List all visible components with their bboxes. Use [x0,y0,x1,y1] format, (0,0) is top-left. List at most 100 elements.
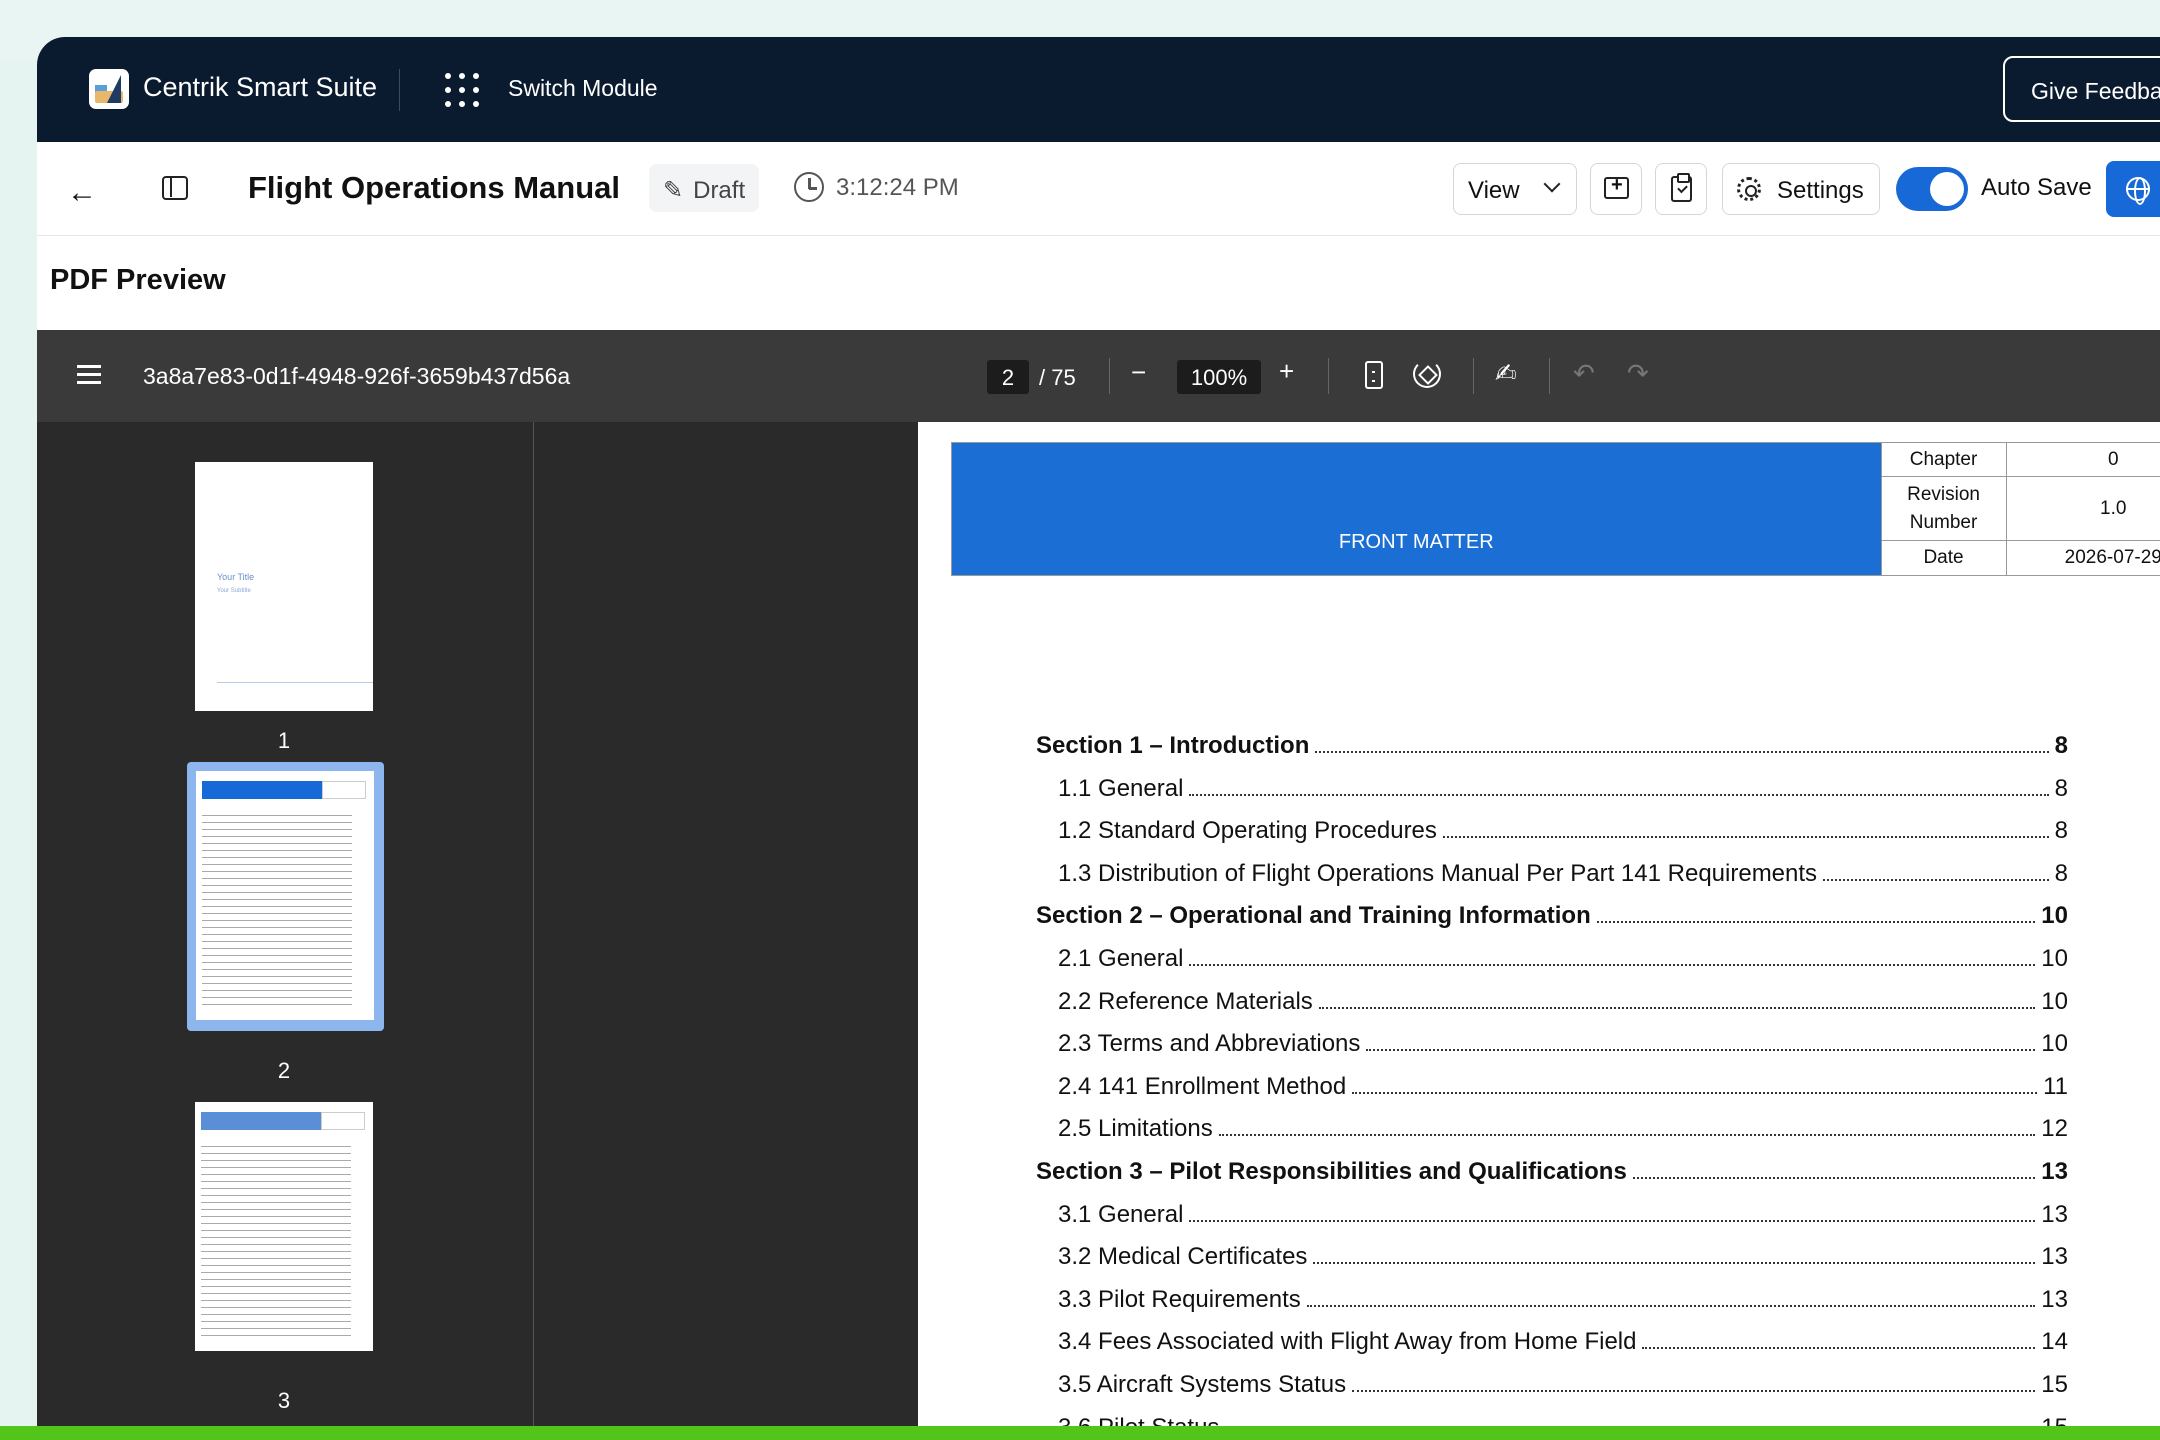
comment-plus-icon [1604,174,1629,199]
toc-label: 3.1 General [1058,1201,1184,1228]
undo-icon[interactable]: ↶ [1573,358,1595,389]
top-bar: Centrik Smart Suite Switch Module Give F… [37,37,2160,142]
publish-button[interactable] [2106,161,2160,217]
divider [1473,358,1474,394]
toc-label: 1.3 Distribution of Flight Operations Ma… [1058,860,1818,887]
toc-leader [1442,836,2049,838]
gear-icon [1737,177,1761,201]
auto-save-toggle[interactable] [1896,167,1968,211]
toc-page-number: 10 [2041,945,2068,972]
toc-entry[interactable]: Section 3 – Pilot Responsibilities and Q… [1036,1158,2068,1198]
toc-label: 3.2 Medical Certificates [1058,1243,1308,1270]
thumbnail-page-3[interactable] [195,1102,373,1351]
toc-leader [1318,1007,2036,1009]
meta-row: Revision Number 1.0 [1881,477,2160,541]
toc-entry[interactable]: Section 2 – Operational and Training Inf… [1036,902,2068,942]
toc-entry[interactable]: 2.5 Limitations 12 [1036,1115,2068,1155]
toc-page-number: 13 [2041,1158,2068,1185]
settings-label: Settings [1777,177,1864,204]
thumbnail-number: 3 [277,1388,291,1413]
viewer-toolbar: 3a8a7e83-0d1f-4948-926f-3659b437d56a 2 /… [37,330,2160,422]
divider [217,682,373,683]
page-total: / 75 [1039,365,1076,390]
meta-table: Chapter 0 Revision Number 1.0 Date 2026-07-… [1880,443,2160,575]
toc-page-number: 15 [2041,1371,2068,1398]
toc-leader [1352,1092,2038,1094]
toc-page-number: 10 [2041,988,2068,1015]
apps-grid-icon[interactable] [445,73,479,107]
checklist-button[interactable] [1655,163,1707,215]
toc-leader [1352,1390,2036,1392]
menu-icon[interactable] [77,365,101,385]
status-label: Draft [693,177,746,204]
thumbnail-meta [322,781,366,799]
toc-entry[interactable]: 3.2 Medical Certificates 13 [1036,1243,2068,1283]
redo-icon[interactable]: ↷ [1627,358,1649,389]
toc-page-number: 8 [2054,732,2068,759]
meta-key: Date [1882,541,2007,575]
file-name: 3a8a7e83-0d1f-4948-926f-3659b437d56a [143,363,571,389]
toc-entry[interactable]: 3.1 General 13 [1036,1201,2068,1241]
zoom-out-icon[interactable]: − [1131,357,1146,388]
toc-entry[interactable]: 3.3 Pilot Requirements 13 [1036,1286,2068,1326]
give-feedback-button[interactable]: Give Feedback [2003,56,2160,122]
toc-entry[interactable]: 3.4 Fees Associated with Flight Away fro… [1036,1328,2068,1368]
toc-page-number: 11 [2043,1073,2068,1100]
pdf-viewer: 3a8a7e83-0d1f-4948-926f-3659b437d56a 2 /… [37,330,2160,1440]
back-arrow-icon[interactable]: ← [67,176,97,210]
toc-page-number: 13 [2041,1243,2068,1270]
thumbnail-page-1[interactable]: Your Title Your Subtitle [195,462,373,711]
switch-module-button[interactable]: Switch Module [508,75,658,102]
toc-label: Section 2 – Operational and Training Inf… [1036,902,1591,929]
rotate-icon[interactable] [1413,360,1441,388]
meta-key: Revision Number [1882,477,2007,540]
auto-save-label: Auto Save [1981,174,2092,201]
toc-entry[interactable]: 1.2 Standard Operating Procedures 8 [1036,817,2068,857]
toc-leader [1642,1347,2036,1349]
zoom-in-icon[interactable]: + [1279,356,1294,387]
thumbnail-banner [202,781,322,799]
toc-leader [1632,1177,2036,1179]
settings-button[interactable]: Settings [1722,163,1880,215]
toc-entry[interactable]: 2.3 Terms and Abbreviations 10 [1036,1030,2068,1070]
toc-entry[interactable]: 1.3 Distribution of Flight Operations Ma… [1036,860,2068,900]
thumbnail-title: Your Title [217,572,255,582]
thumbnail-number: 1 [277,728,291,753]
toc-entry[interactable]: 2.1 General 10 [1036,945,2068,985]
toc-entry[interactable]: 1.1 General 8 [1036,775,2068,815]
last-saved-time: 3:12:24 PM [836,174,959,201]
divider [1549,358,1550,394]
thumbnail-lines [201,1146,351,1342]
toggle-panel-icon[interactable] [162,176,188,200]
page-number-input[interactable]: 2 [987,360,1029,394]
toc-entry[interactable]: Section 1 – Introduction 8 [1036,732,2068,772]
app-logo-icon[interactable] [89,69,129,109]
toc-label: Section 3 – Pilot Responsibilities and Q… [1036,1158,1627,1185]
section-title: PDF Preview [50,264,226,296]
view-dropdown[interactable]: View [1453,163,1577,215]
signature-icon[interactable]: ✍ [1495,358,1517,389]
view-label: View [1468,177,1520,204]
toc-leader [1306,1305,2036,1307]
toc-label: 3.3 Pilot Requirements [1058,1286,1301,1313]
toc-label: 2.5 Limitations [1058,1115,1213,1142]
thumbnail-subtitle: Your Subtitle [217,588,251,594]
toc-page-number: 12 [2041,1115,2068,1142]
thumbnail-meta [321,1112,365,1130]
add-comment-button[interactable] [1590,163,1642,215]
clipboard-check-icon [1671,173,1692,202]
chevron-down-icon [1543,175,1561,193]
toc-entry[interactable]: 2.4 141 Enrollment Method 11 [1036,1073,2068,1113]
toc-page-number: 8 [2054,775,2068,802]
thumbnail-banner [201,1112,321,1130]
toc-page-number: 10 [2041,902,2068,929]
zoom-level[interactable]: 100% [1177,360,1261,394]
toc-entry[interactable]: 2.2 Reference Materials 10 [1036,988,2068,1028]
toc-entry[interactable]: 3.5 Aircraft Systems Status 15 [1036,1371,2068,1411]
fit-page-icon[interactable] [1365,361,1383,389]
toc-leader [1823,879,2049,881]
toc-label: 1.1 General [1058,775,1184,802]
thumbnail-page-2[interactable] [196,771,374,1020]
status-badge: ✎ Draft [649,164,760,212]
divider [399,69,400,111]
